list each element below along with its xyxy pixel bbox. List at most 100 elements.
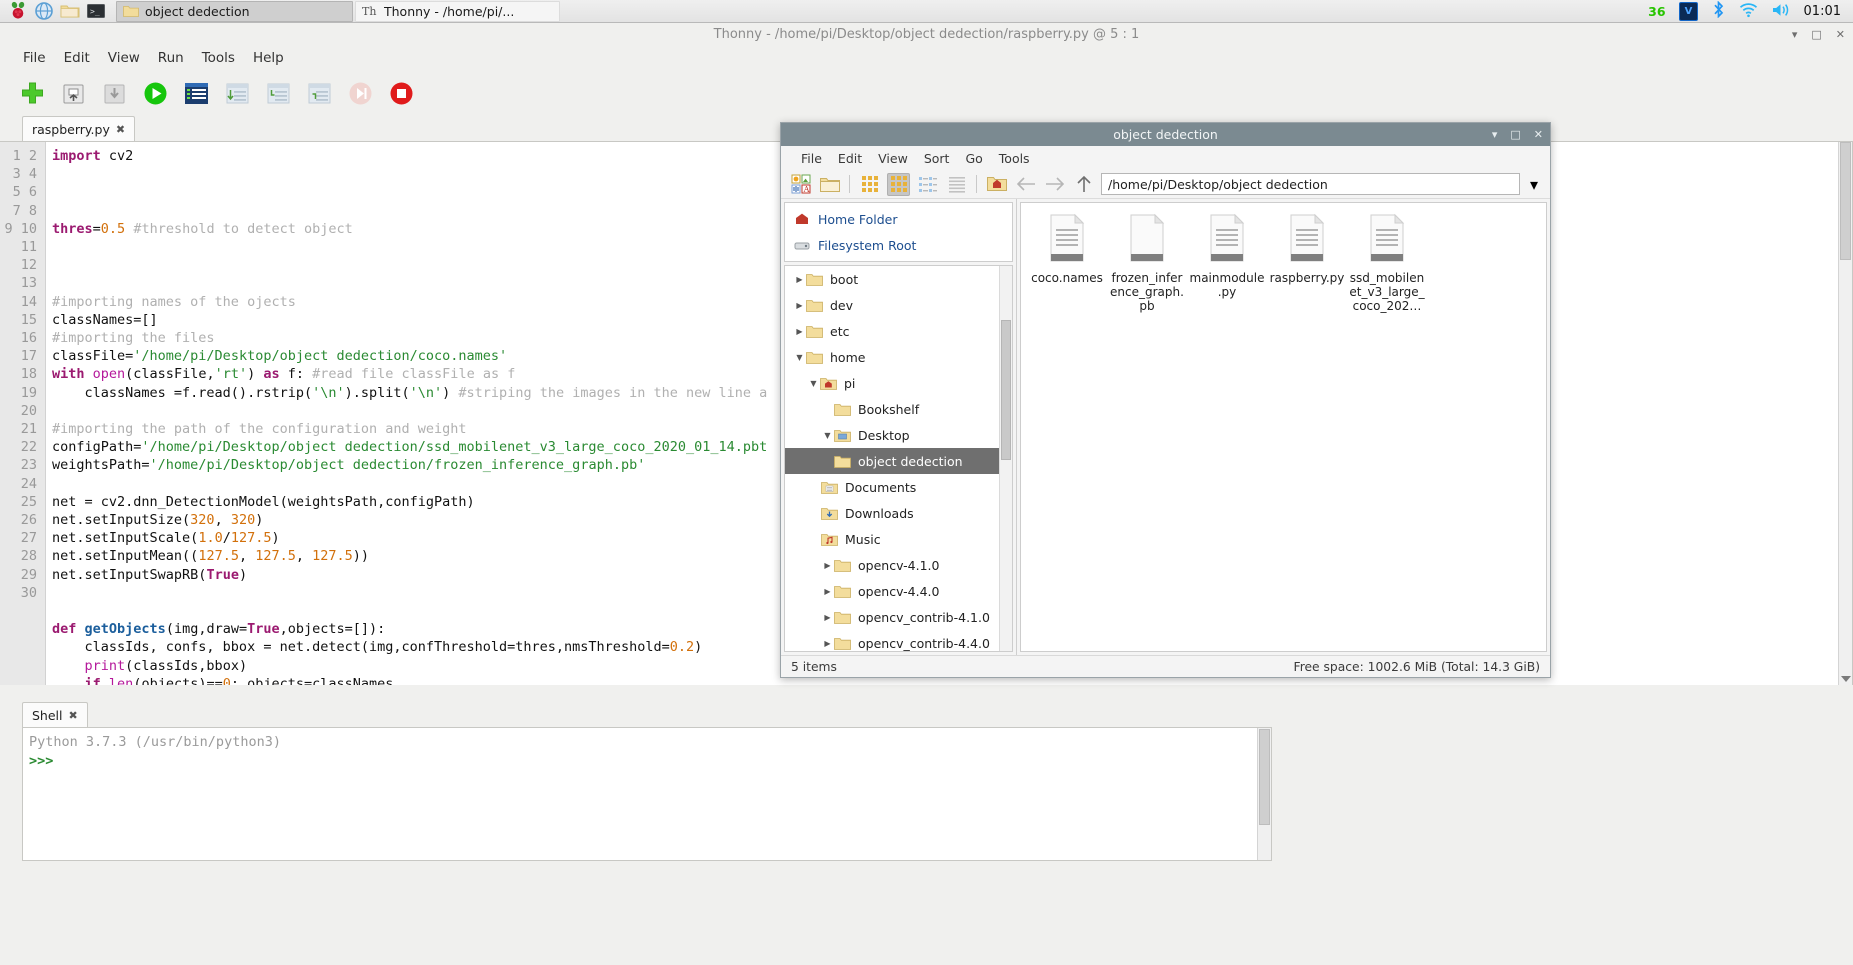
home-folder-icon[interactable]	[985, 173, 1008, 196]
chevron-right-icon[interactable]: ▶	[821, 639, 834, 648]
forward-arrow-icon[interactable]	[1043, 173, 1066, 196]
debug-icon[interactable]	[182, 79, 210, 107]
close-icon[interactable]: ✕	[1836, 28, 1845, 41]
back-arrow-icon[interactable]	[1014, 173, 1037, 196]
fm-menu-view[interactable]: View	[870, 149, 916, 168]
editor-tab-raspberry-py[interactable]: raspberry.py ✖	[22, 116, 135, 141]
close-icon[interactable]: ✕	[1534, 128, 1543, 141]
tree-item-opencv-440[interactable]: ▶ opencv-4.4.0	[785, 578, 1012, 604]
run-icon[interactable]	[141, 79, 169, 107]
chevron-right-icon[interactable]: ▶	[793, 275, 806, 284]
fm-menu-sort[interactable]: Sort	[916, 149, 958, 168]
view-options-icon[interactable]: A	[789, 173, 812, 196]
tree-item-documents[interactable]: Documents	[785, 474, 1012, 500]
shell-scrollbar[interactable]	[1257, 728, 1271, 860]
fm-menu-edit[interactable]: Edit	[830, 149, 870, 168]
compact-view-icon[interactable]	[916, 173, 939, 196]
file-item-ssd-mobilenet[interactable]: ssd_mobilenet_v3_large_coco_202…	[1349, 213, 1425, 313]
tree-item-downloads[interactable]: Downloads	[785, 500, 1012, 526]
scroll-down-arrow-icon[interactable]	[1841, 676, 1851, 682]
menu-tools[interactable]: Tools	[193, 48, 244, 68]
tree-item-pi[interactable]: ▼ pi	[785, 370, 1012, 396]
resume-icon[interactable]	[346, 79, 374, 107]
shell-output[interactable]: Python 3.7.3 (/usr/bin/python3) >>>	[22, 727, 1272, 861]
place-home-folder[interactable]: Home Folder	[785, 206, 1012, 232]
fm-menu-tools[interactable]: Tools	[991, 149, 1038, 168]
vnc-icon[interactable]: V	[1679, 2, 1698, 21]
wifi-icon[interactable]	[1739, 2, 1758, 21]
stop-icon[interactable]	[387, 79, 415, 107]
minimize-icon[interactable]: ▾	[1792, 28, 1798, 41]
file-item-frozen-inference-graph[interactable]: frozen_inference_graph.pb	[1109, 213, 1185, 313]
menu-run[interactable]: Run	[149, 48, 193, 68]
step-into-icon[interactable]	[264, 79, 292, 107]
file-item-mainmodule-py[interactable]: mainmodule.py	[1189, 213, 1265, 313]
tree-item-object-dedection[interactable]: object dedection	[785, 448, 1012, 474]
tree-item-desktop[interactable]: ▼ Desktop	[785, 422, 1012, 448]
tree-item-opencv-contrib-410[interactable]: ▶ opencv_contrib-4.1.0	[785, 604, 1012, 630]
file-item-label: raspberry.py	[1270, 271, 1345, 285]
step-over-icon[interactable]	[223, 79, 251, 107]
path-input[interactable]: /home/pi/Desktop/object dedection	[1101, 173, 1520, 195]
close-icon[interactable]: ✖	[116, 123, 125, 136]
menu-file[interactable]: File	[14, 48, 55, 68]
chevron-right-icon[interactable]: ▶	[793, 301, 806, 310]
minimize-icon[interactable]: ▾	[1492, 128, 1498, 141]
menu-edit[interactable]: Edit	[55, 48, 99, 68]
new-file-icon[interactable]	[18, 79, 46, 107]
tree-item-dev[interactable]: ▶ dev	[785, 292, 1012, 318]
chevron-down-icon[interactable]: ▼	[821, 431, 834, 440]
folder-icon	[806, 350, 823, 364]
up-arrow-icon[interactable]	[1072, 173, 1095, 196]
new-folder-icon[interactable]	[818, 173, 841, 196]
maximize-icon[interactable]: □	[1811, 28, 1821, 41]
chevron-down-icon[interactable]: ▼	[807, 379, 820, 388]
file-item-coco-names[interactable]: coco.names	[1029, 213, 1105, 313]
scrollbar-thumb[interactable]	[1259, 729, 1270, 825]
menu-view[interactable]: View	[99, 48, 149, 68]
chevron-right-icon[interactable]: ▶	[793, 327, 806, 336]
bluetooth-icon[interactable]	[1711, 1, 1726, 21]
tree-item-etc[interactable]: ▶ etc	[785, 318, 1012, 344]
icon-view-icon[interactable]	[887, 173, 910, 196]
menu-help[interactable]: Help	[244, 48, 293, 68]
taskbar-task-object-dedection[interactable]: object dedection	[116, 1, 353, 22]
thumbnail-view-icon[interactable]	[858, 173, 881, 196]
step-out-icon[interactable]	[305, 79, 333, 107]
file-list-pane[interactable]: coco.names frozen_inference_graph.pb	[1020, 202, 1547, 652]
tree-item-music[interactable]: Music	[785, 526, 1012, 552]
clock[interactable]: 01:01	[1804, 4, 1841, 19]
tree-item-home[interactable]: ▼ home	[785, 344, 1012, 370]
scrollbar-thumb[interactable]	[1001, 320, 1011, 460]
save-file-icon[interactable]	[100, 79, 128, 107]
chevron-right-icon[interactable]: ▶	[821, 561, 834, 570]
web-browser-icon[interactable]	[34, 1, 54, 21]
chevron-down-icon[interactable]: ▼	[793, 353, 806, 362]
fm-menu-file[interactable]: File	[793, 149, 830, 168]
scrollbar-thumb[interactable]	[1840, 142, 1851, 260]
chevron-down-icon[interactable]: ▾	[1526, 173, 1542, 195]
tree-item-bookshelf[interactable]: Bookshelf	[785, 396, 1012, 422]
file-item-raspberry-py[interactable]: raspberry.py	[1269, 213, 1345, 313]
maximize-icon[interactable]: □	[1510, 128, 1520, 141]
open-file-icon[interactable]	[59, 79, 87, 107]
shell-tab[interactable]: Shell ✖	[22, 702, 88, 727]
taskbar-task-thonny[interactable]: Th Thonny - /home/pi/...	[355, 1, 560, 22]
directory-tree[interactable]: ▶ boot ▶ dev ▶ etc ▼ home	[784, 265, 1013, 652]
editor-scrollbar[interactable]	[1838, 142, 1852, 685]
chevron-right-icon[interactable]: ▶	[821, 613, 834, 622]
tree-item-opencv-contrib-440[interactable]: ▶ opencv_contrib-4.4.0	[785, 630, 1012, 652]
chevron-right-icon[interactable]: ▶	[821, 587, 834, 596]
tree-item-boot[interactable]: ▶ boot	[785, 266, 1012, 292]
terminal-icon[interactable]: >_	[86, 1, 106, 21]
shell-tabbar: Shell ✖	[22, 701, 1272, 727]
tree-item-opencv-410[interactable]: ▶ opencv-4.1.0	[785, 552, 1012, 578]
fm-menu-go[interactable]: Go	[957, 149, 990, 168]
detailed-list-icon[interactable]	[945, 173, 968, 196]
close-icon[interactable]: ✖	[69, 709, 78, 722]
volume-icon[interactable]	[1771, 2, 1791, 21]
tree-scrollbar[interactable]	[999, 266, 1012, 651]
place-filesystem-root[interactable]: Filesystem Root	[785, 232, 1012, 258]
file-manager-icon[interactable]	[60, 1, 80, 21]
raspberry-menu-icon[interactable]	[8, 1, 28, 21]
